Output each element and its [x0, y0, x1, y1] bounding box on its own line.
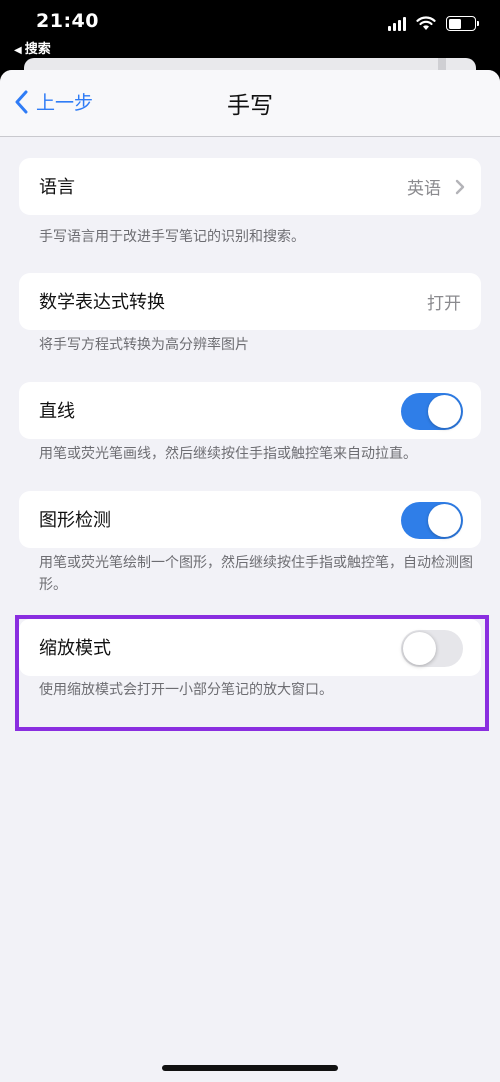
shape-detection-footer: 用笔或荧光笔绘制一个图形，然后继续按住手指或触控笔，自动检测图形。: [39, 555, 473, 593]
straight-line-label: 直线: [39, 401, 75, 422]
home-indicator[interactable]: [162, 1065, 338, 1071]
page-title: 手写: [227, 93, 273, 119]
battery-icon: [446, 16, 479, 31]
chevron-right-icon: [455, 179, 465, 195]
shape-detection-label: 图形检测: [39, 510, 111, 531]
math-conversion-row[interactable]: 数学表达式转换 打开: [19, 273, 481, 330]
shape-detection-row: 图形检测: [19, 491, 481, 548]
math-conversion-label: 数学表达式转换: [39, 292, 165, 313]
status-icons: [388, 16, 479, 31]
status-time: 21:40: [36, 10, 99, 32]
language-footer: 手写语言用于改进手写笔记的识别和搜索。: [39, 229, 305, 245]
back-app-label: 搜索: [24, 42, 51, 57]
math-conversion-footer: 将手写方程式转换为高分辨率图片: [39, 337, 249, 353]
zoom-mode-label: 缩放模式: [39, 638, 111, 659]
language-label: 语言: [39, 177, 75, 198]
settings-sheet: 上一步 手写 语言 英语 手写语言用于改进手写笔记的识别和搜索。 数学表达式转换…: [0, 70, 500, 1082]
shape-detection-toggle[interactable]: [401, 502, 463, 539]
wifi-icon: [416, 16, 436, 30]
language-row[interactable]: 语言 英语: [19, 158, 481, 215]
straight-line-toggle[interactable]: [401, 393, 463, 430]
back-triangle-icon: ◀: [14, 45, 22, 56]
cellular-signal-icon: [388, 16, 406, 31]
status-bar: 21:40 ◀ 搜索: [0, 0, 500, 60]
straight-line-footer: 用笔或荧光笔画线，然后继续按住手指或触控笔来自动拉直。: [39, 446, 417, 462]
navigation-bar: 上一步 手写: [0, 70, 500, 137]
back-to-app-link[interactable]: ◀ 搜索: [14, 38, 51, 57]
zoom-mode-footer: 使用缩放模式会打开一小部分笔记的放大窗口。: [39, 682, 333, 698]
language-value: 英语: [407, 179, 441, 199]
straight-line-row: 直线: [19, 382, 481, 439]
zoom-mode-toggle[interactable]: [401, 630, 463, 667]
math-conversion-value: 打开: [427, 294, 461, 314]
zoom-mode-row: 缩放模式: [19, 619, 481, 676]
